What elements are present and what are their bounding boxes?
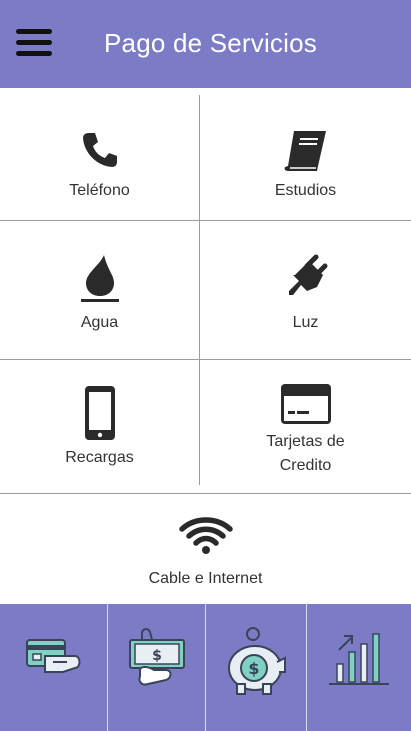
tab-cash[interactable]: $ bbox=[108, 604, 205, 731]
service-luz[interactable]: Luz bbox=[200, 221, 411, 359]
service-tarjetas-credito[interactable]: Tarjetas de Credito bbox=[200, 360, 411, 493]
mobile-phone-icon bbox=[84, 386, 115, 440]
service-label: Agua bbox=[80, 314, 119, 331]
service-label-line1: Tarjetas de bbox=[266, 433, 345, 450]
tab-savings[interactable]: $ bbox=[206, 604, 306, 731]
tab-statistics[interactable] bbox=[307, 604, 411, 731]
piggy-bank-icon: $ bbox=[228, 627, 286, 695]
book-icon bbox=[284, 131, 326, 171]
cash-in-hand-icon: $ bbox=[128, 628, 185, 686]
tab-card-payment[interactable] bbox=[0, 604, 107, 731]
hamburger-menu-icon[interactable] bbox=[14, 26, 54, 62]
card-payment-icon bbox=[25, 639, 80, 673]
credit-card-icon bbox=[280, 384, 331, 424]
phone-icon bbox=[82, 133, 117, 167]
svg-text:$: $ bbox=[248, 659, 259, 678]
water-drop-icon bbox=[80, 255, 119, 302]
bottom-tab-bar: $ $ bbox=[0, 604, 411, 731]
service-label: Luz bbox=[292, 314, 319, 331]
service-label: Estudios bbox=[274, 182, 337, 199]
app-header: Pago de Servicios bbox=[0, 0, 411, 88]
service-agua[interactable]: Agua bbox=[0, 221, 199, 359]
service-label: Recargas bbox=[65, 449, 134, 466]
service-telefono[interactable]: Teléfono bbox=[0, 88, 199, 220]
service-recargas[interactable]: Recargas bbox=[0, 360, 199, 493]
svg-text:$: $ bbox=[152, 648, 162, 664]
services-grid: Teléfono Estudios Agua Luz Recargas Tarj… bbox=[0, 88, 411, 604]
electric-plug-icon bbox=[288, 254, 327, 295]
service-cable-internet[interactable]: Cable e Internet bbox=[0, 494, 411, 604]
service-label-line2: Credito bbox=[279, 457, 332, 474]
growth-chart-icon bbox=[329, 633, 389, 685]
page-title: Pago de Servicios bbox=[104, 28, 317, 58]
service-estudios[interactable]: Estudios bbox=[200, 88, 411, 220]
service-label: Cable e Internet bbox=[148, 570, 263, 587]
wifi-icon bbox=[178, 517, 233, 554]
service-label: Teléfono bbox=[69, 182, 130, 199]
